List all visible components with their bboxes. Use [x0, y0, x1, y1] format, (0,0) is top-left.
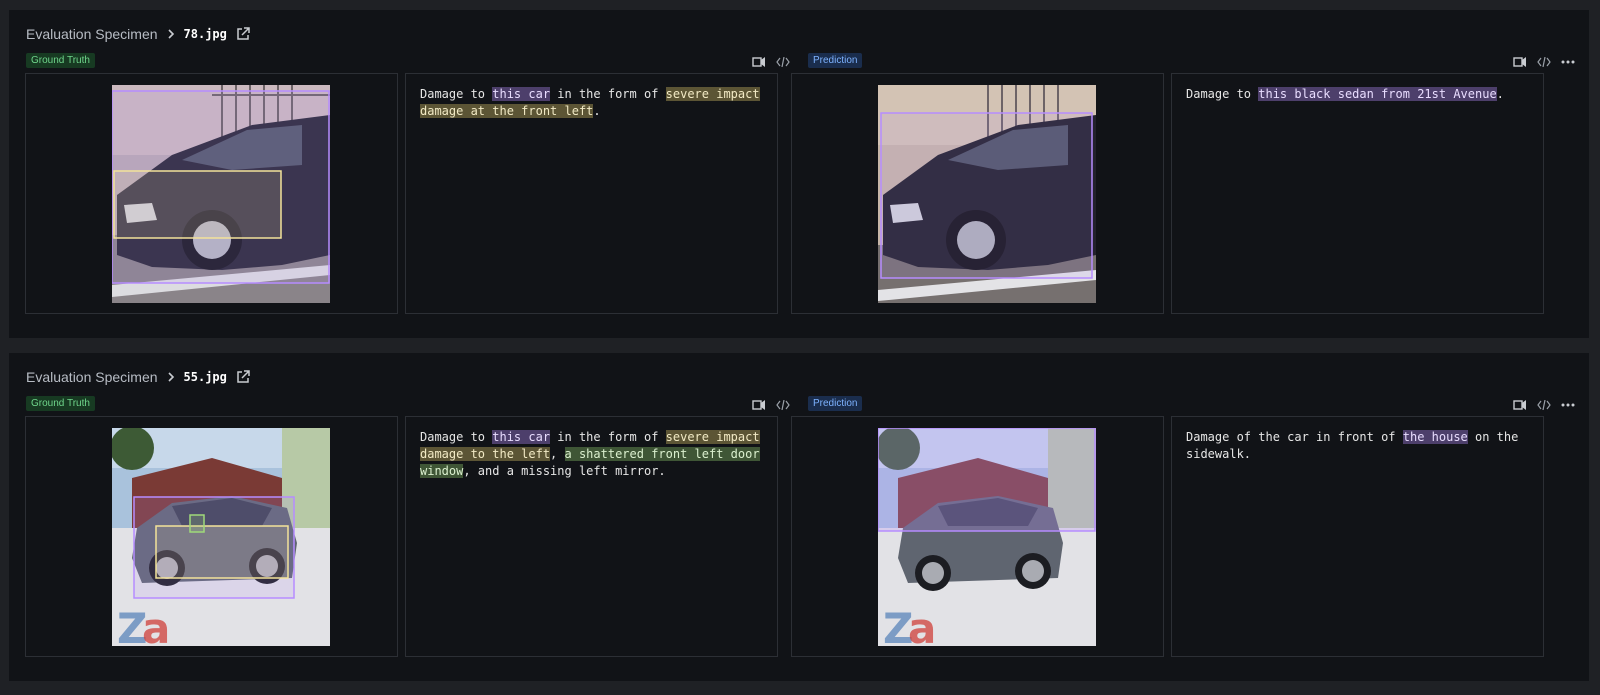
- breadcrumb: Evaluation Specimen 78.jpg: [26, 24, 251, 44]
- caption-text: , and a missing left mirror.: [463, 464, 666, 478]
- highlight-phrase[interactable]: this car: [492, 87, 551, 101]
- highlight-phrase[interactable]: this black sedan from 21st Avenue: [1258, 87, 1497, 101]
- ground-truth-image-panel: [25, 73, 398, 314]
- caption-text: in the form of: [550, 430, 666, 444]
- breadcrumb-filename: 78.jpg: [183, 27, 227, 41]
- caption-text: ,: [550, 447, 565, 461]
- speaker-icon[interactable]: [1512, 397, 1528, 413]
- prediction-caption: Damage of the car in front of the house …: [1186, 429, 1529, 463]
- prediction-toolbar: [1512, 54, 1576, 70]
- specimen-image[interactable]: [112, 85, 330, 303]
- ground-truth-text-panel: Damage to this car in the form of severe…: [405, 416, 778, 657]
- caption-text: .: [593, 104, 601, 118]
- prediction-badge: Prediction: [808, 53, 863, 68]
- prediction-badge: Prediction: [808, 396, 863, 411]
- speaker-icon[interactable]: [751, 54, 767, 70]
- ground-truth-badge: Ground Truth: [26, 53, 95, 68]
- caption-text: in the form of: [550, 87, 666, 101]
- ground-truth-caption: Damage to this car in the form of severe…: [420, 86, 763, 120]
- prediction-caption: Damage to this black sedan from 21st Ave…: [1186, 86, 1529, 103]
- ground-truth-toolbar: [751, 397, 791, 413]
- prediction-image-panel: [791, 73, 1164, 314]
- svg-text:a: a: [908, 604, 936, 646]
- caption-text: Damage to: [1186, 87, 1259, 101]
- speaker-icon[interactable]: [1512, 54, 1528, 70]
- code-icon[interactable]: [775, 54, 791, 70]
- external-link-icon[interactable]: [235, 26, 251, 42]
- caption-text: Damage to: [420, 430, 493, 444]
- specimen-card: Evaluation Specimen 78.jpg Ground Truth …: [9, 10, 1589, 338]
- prediction-text-panel: Damage of the car in front of the house …: [1171, 416, 1544, 657]
- caption-text: Damage to: [420, 87, 493, 101]
- ground-truth-image-panel: Z a: [25, 416, 398, 657]
- breadcrumb-filename: 55.jpg: [183, 370, 227, 384]
- code-icon[interactable]: [775, 397, 791, 413]
- ground-truth-caption: Damage to this car in the form of severe…: [420, 429, 763, 480]
- ground-truth-badge: Ground Truth: [26, 396, 95, 411]
- specimen-image[interactable]: Z a: [112, 428, 330, 646]
- caption-text: .: [1496, 87, 1504, 101]
- code-icon[interactable]: [1536, 54, 1552, 70]
- svg-text:a: a: [142, 604, 170, 646]
- specimen-image[interactable]: [878, 85, 1096, 303]
- breadcrumb-root[interactable]: Evaluation Specimen: [26, 26, 158, 42]
- more-icon[interactable]: [1560, 54, 1576, 70]
- ground-truth-toolbar: [751, 54, 791, 70]
- external-link-icon[interactable]: [235, 369, 251, 385]
- highlight-phrase[interactable]: the house: [1402, 430, 1468, 444]
- breadcrumb-root[interactable]: Evaluation Specimen: [26, 369, 158, 385]
- prediction-text-panel: Damage to this black sedan from 21st Ave…: [1171, 73, 1544, 314]
- specimen-card: Evaluation Specimen 55.jpg Ground Truth …: [9, 353, 1589, 681]
- code-icon[interactable]: [1536, 397, 1552, 413]
- ground-truth-text-panel: Damage to this car in the form of severe…: [405, 73, 778, 314]
- caption-text: Damage of the car in front of: [1186, 430, 1403, 444]
- prediction-image-panel: Z a: [791, 416, 1164, 657]
- prediction-toolbar: [1512, 397, 1576, 413]
- specimen-image[interactable]: Z a: [878, 428, 1096, 646]
- speaker-icon[interactable]: [751, 397, 767, 413]
- highlight-phrase[interactable]: this car: [492, 430, 551, 444]
- chevron-right-icon: [166, 370, 176, 385]
- chevron-right-icon: [166, 27, 176, 42]
- breadcrumb: Evaluation Specimen 55.jpg: [26, 367, 251, 387]
- more-icon[interactable]: [1560, 397, 1576, 413]
